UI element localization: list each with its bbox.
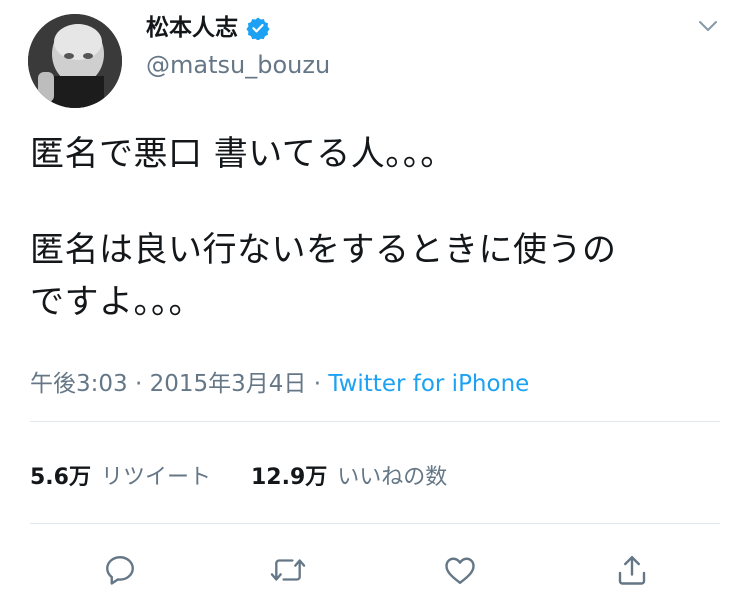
tweet-line: ですよ。。。: [30, 282, 203, 322]
action-bar: [0, 550, 750, 594]
avatar[interactable]: [28, 14, 122, 108]
handle[interactable]: @matsu_bouzu: [146, 50, 330, 80]
retweets-stat[interactable]: 5.6万 リツイート: [30, 460, 211, 496]
retweet-icon[interactable]: [268, 550, 308, 590]
tweet-source-link[interactable]: Twitter for iPhone: [328, 371, 529, 397]
likes-count: 12.9万: [251, 465, 328, 490]
tweet-line: 匿名は良い行ないをするときに使うの: [30, 230, 617, 270]
author-name-row[interactable]: 松本人志: [146, 14, 270, 42]
verified-badge-icon: [246, 16, 270, 41]
retweets-label: リツイート: [100, 465, 211, 490]
retweets-count: 5.6万: [30, 465, 91, 490]
separator: ·: [306, 371, 329, 397]
tweet-time[interactable]: 午後3:03: [30, 371, 128, 397]
tweet-meta: 午後3:03 · 2015年3月4日 · Twitter for iPhone: [30, 366, 529, 402]
tweet-date[interactable]: 2015年3月4日: [150, 371, 307, 397]
tweet-text: 匿名で悪口 書いてる人。。。 匿名は良い行ないをするときに使うの ですよ。。。: [30, 128, 720, 328]
tweet-line: 匿名で悪口 書いてる人。。。: [30, 134, 455, 174]
display-name[interactable]: 松本人志: [146, 14, 238, 42]
share-icon[interactable]: [612, 550, 652, 590]
like-icon[interactable]: [440, 550, 480, 590]
divider: [30, 523, 720, 524]
likes-stat[interactable]: 12.9万 いいねの数: [251, 460, 447, 496]
tweet-stats: 5.6万 リツイート 12.9万 いいねの数: [30, 460, 487, 496]
chevron-down-icon[interactable]: [696, 14, 720, 38]
reply-icon[interactable]: [100, 550, 140, 590]
divider: [30, 421, 720, 422]
likes-label: いいねの数: [337, 465, 448, 490]
separator: ·: [127, 371, 150, 397]
